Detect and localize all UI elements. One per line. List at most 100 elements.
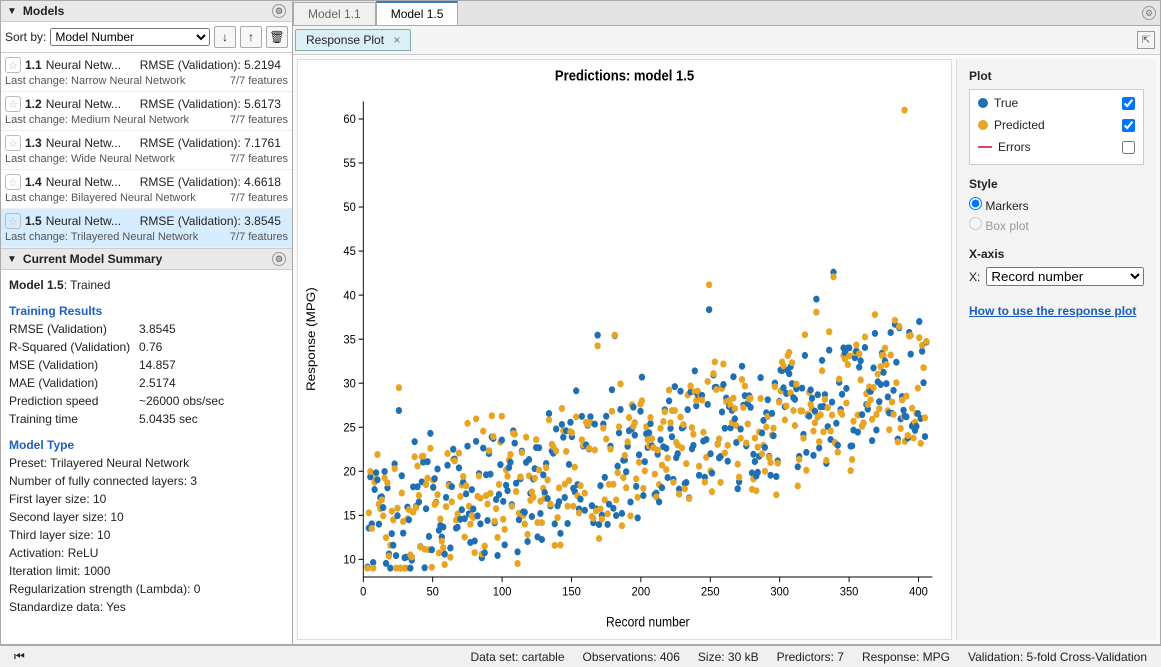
help-link[interactable]: How to use the response plot (969, 304, 1136, 318)
plot-section-title: Plot (969, 69, 1144, 83)
style-markers-radio[interactable]: Markers (969, 197, 1144, 213)
model-metric: RMSE (Validation): 3.8545 (140, 214, 288, 228)
summary-body: Model 1.5: TrainedTraining ResultsRMSE (… (1, 270, 292, 622)
models-title: Models (23, 4, 266, 18)
star-icon[interactable]: ☆ (5, 174, 21, 190)
svg-text:400: 400 (909, 584, 928, 599)
model-last-change: Last change: Trilayered Neural Network (5, 231, 230, 243)
model-features: 7/7 features (230, 192, 288, 204)
metric-value: 2.5174 (139, 374, 176, 392)
style-boxplot-radio: Box plot (969, 217, 1144, 233)
status-validation: Validation: 5-fold Cross-Validation (968, 650, 1147, 664)
model-item-1-1[interactable]: ☆ 1.1 Neural Netw... RMSE (Validation): … (1, 53, 292, 92)
legend-row-true[interactable]: True (978, 94, 1135, 112)
svg-text:Response (MPG): Response (MPG) (303, 287, 317, 391)
file-tab-model-1-1[interactable]: Model 1.1 (293, 2, 376, 25)
svg-text:250: 250 (701, 584, 720, 599)
svg-text:45: 45 (343, 244, 356, 259)
gear-icon[interactable]: ⚙ (272, 4, 286, 18)
svg-text:50: 50 (426, 584, 439, 599)
model-name: Neural Netw... (46, 214, 136, 228)
metric-label: Prediction speed (9, 392, 139, 410)
model-item-1-5[interactable]: ☆ 1.5 Neural Netw... RMSE (Validation): … (1, 209, 292, 248)
file-tab-model-1-5[interactable]: Model 1.5 (376, 1, 459, 25)
legend-checkbox[interactable] (1122, 119, 1135, 132)
metric-value: 5.0435 sec (139, 410, 198, 428)
status-response: Response: MPG (862, 650, 950, 664)
chevron-down-icon[interactable]: ▼ (7, 6, 17, 17)
model-features: 7/7 features (230, 231, 288, 243)
svg-text:300: 300 (770, 584, 789, 599)
model-features: 7/7 features (230, 75, 288, 87)
svg-text:15: 15 (343, 508, 356, 523)
sort-select[interactable]: Model Number (50, 28, 210, 46)
svg-text:200: 200 (632, 584, 651, 599)
summary-panel-header: ▼ Current Model Summary ⚙ (1, 249, 292, 270)
model-last-change: Last change: Wide Neural Network (5, 153, 230, 165)
sort-label: Sort by: (5, 30, 46, 44)
chevron-down-icon[interactable]: ▼ (7, 254, 17, 265)
legend-checkbox[interactable] (1122, 141, 1135, 154)
model-item-1-2[interactable]: ☆ 1.2 Neural Netw... RMSE (Validation): … (1, 92, 292, 131)
legend-swatch (978, 146, 992, 148)
gear-icon[interactable]: ⚙ (272, 252, 286, 266)
first-page-icon[interactable]: ⏮ (14, 649, 30, 664)
model-features: 7/7 features (230, 153, 288, 165)
sort-bar: Sort by: Model Number ↓ ↑ 🗑 (1, 22, 292, 53)
model-metric: RMSE (Validation): 5.2194 (140, 58, 288, 72)
svg-text:60: 60 (343, 112, 356, 127)
svg-text:150: 150 (562, 584, 581, 599)
model-item-1-3[interactable]: ☆ 1.3 Neural Netw... RMSE (Validation): … (1, 131, 292, 170)
xaxis-section-title: X-axis (969, 247, 1144, 261)
delete-button[interactable]: 🗑 (266, 26, 288, 48)
model-id: 1.4 (25, 175, 42, 189)
chart-area: Predictions: model 1.5050100150200250300… (297, 59, 952, 640)
svg-text:Predictions: model 1.5: Predictions: model 1.5 (555, 68, 694, 84)
star-icon[interactable]: ☆ (5, 96, 21, 112)
svg-text:40: 40 (343, 288, 356, 303)
close-icon[interactable]: × (393, 33, 400, 47)
metric-value: ~26000 obs/sec (139, 392, 224, 410)
model-id: 1.2 (25, 97, 42, 111)
model-name: Neural Netw... (46, 136, 136, 150)
sort-up-button[interactable]: ↑ (240, 26, 262, 48)
summary-title: Current Model Summary (23, 252, 266, 266)
svg-text:30: 30 (343, 376, 356, 391)
status-observations: Observations: 406 (583, 650, 680, 664)
legend-row-predicted[interactable]: Predicted (978, 116, 1135, 134)
status-predictors: Predictors: 7 (777, 650, 844, 664)
svg-text:Record number: Record number (606, 614, 690, 630)
model-list: ☆ 1.1 Neural Netw... RMSE (Validation): … (1, 53, 292, 248)
model-item-1-4[interactable]: ☆ 1.4 Neural Netw... RMSE (Validation): … (1, 170, 292, 209)
popout-icon[interactable]: ⇱ (1137, 31, 1155, 49)
status-bar: ⏮ Data set: cartable Observations: 406 S… (0, 645, 1161, 667)
model-type-line: First layer size: 10 (9, 490, 284, 508)
model-last-change: Last change: Bilayered Neural Network (5, 192, 230, 204)
model-type-line: Number of fully connected layers: 3 (9, 472, 284, 490)
metric-label: MAE (Validation) (9, 374, 139, 392)
sort-down-button[interactable]: ↓ (214, 26, 236, 48)
xaxis-select[interactable]: Record number (986, 267, 1144, 286)
model-features: 7/7 features (230, 114, 288, 126)
model-metric: RMSE (Validation): 7.1761 (140, 136, 288, 150)
model-type-line: Preset: Trilayered Neural Network (9, 454, 284, 472)
status-size: Size: 30 kB (698, 650, 759, 664)
svg-text:20: 20 (343, 464, 356, 479)
xaxis-label: X: (969, 270, 980, 284)
tab-response-plot[interactable]: Response Plot × (295, 29, 411, 51)
inner-tab-label: Response Plot (306, 33, 384, 47)
svg-text:10: 10 (343, 552, 356, 567)
legend-checkbox[interactable] (1122, 97, 1135, 110)
metric-label: R-Squared (Validation) (9, 338, 139, 356)
status-dataset: Data set: cartable (470, 650, 564, 664)
legend-label: True (994, 96, 1018, 110)
gear-icon[interactable]: ⚙ (1142, 6, 1156, 20)
legend-box: True Predicted Errors (969, 89, 1144, 165)
star-icon[interactable]: ☆ (5, 135, 21, 151)
star-icon[interactable]: ☆ (5, 57, 21, 73)
model-last-change: Last change: Narrow Neural Network (5, 75, 230, 87)
model-name: Neural Netw... (46, 175, 136, 189)
star-icon[interactable]: ☆ (5, 213, 21, 229)
model-metric: RMSE (Validation): 4.6618 (140, 175, 288, 189)
legend-row-errors[interactable]: Errors (978, 138, 1135, 156)
